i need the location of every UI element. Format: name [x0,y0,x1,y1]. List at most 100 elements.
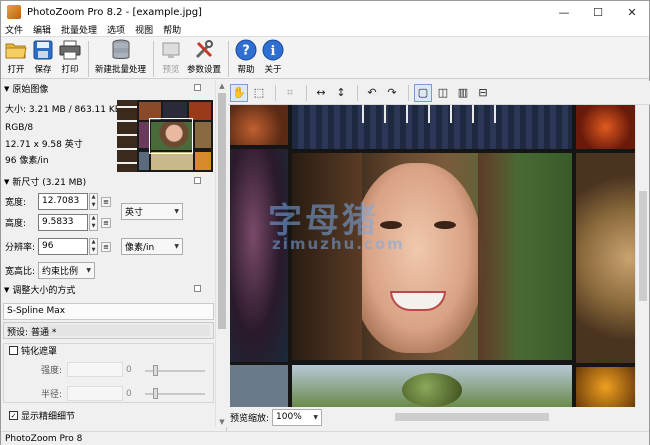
original-image-header[interactable]: ▼ 原始图像 [1,82,215,95]
tools-icon [193,39,215,61]
maximize-button[interactable]: ☐ [581,1,615,23]
resolution-spinner[interactable]: ▲ ▼ [89,238,98,255]
preview-button[interactable]: 预览 [158,39,184,75]
sharpen-checkbox[interactable] [9,346,18,355]
rotate-right-icon[interactable]: ↷ [383,84,401,102]
collage-portrait [292,153,572,360]
panel-scrollbar[interactable]: ▲ ▼ [215,81,227,427]
show-fine-checkbox[interactable]: ✓ [9,411,18,420]
original-mode: RGB/8 [5,123,34,133]
sharpen-row: 钝化遮罩 [9,344,60,357]
menu-batch[interactable]: 批量处理 [61,23,97,36]
zoom-select[interactable]: 100% ▼ [272,408,323,426]
preview-vscroll-thumb[interactable] [639,191,647,301]
collage-tile [292,105,572,149]
title-bar: PhotoZoom Pro 8.2 - [example.jpg] — ☐ ✕ [1,1,649,23]
toolbar-separator [306,84,307,101]
preview-icon [160,39,182,61]
viewport-rectangle[interactable] [149,118,193,154]
collapse-triangle-icon: ▼ [4,84,10,93]
collage-tile [576,153,635,363]
pin-icon[interactable] [194,285,201,292]
width-row: 宽度: 12.7083 ▲ ▼ ≡ [5,193,111,210]
new-size-header[interactable]: ▼ 新尺寸 (3.21 MB) [1,175,215,188]
main-toolbar: 打开 保存 打印 新建批量处理 预览 参数设置 ? 帮助 i 关于 [1,37,649,79]
split-view-icon[interactable]: ◫ [434,84,452,102]
width-input[interactable]: 12.7083 [38,193,88,210]
preview-hscroll-thumb[interactable] [395,413,549,421]
menu-edit[interactable]: 编辑 [33,23,51,36]
height-input[interactable]: 9.5833 [38,214,88,231]
about-button[interactable]: i 关于 [260,39,286,75]
svg-text:i: i [271,44,276,59]
scroll-up-icon[interactable]: ▲ [216,81,228,91]
top-bottom-icon[interactable]: ⊟ [474,84,492,102]
help-button[interactable]: ? 帮助 [233,39,259,75]
fit-width-icon[interactable]: ↔ [312,84,330,102]
width-menu-icon[interactable]: ≡ [101,196,111,207]
svg-text:?: ? [242,44,250,59]
database-icon [110,39,132,61]
resize-method-header[interactable]: ▼ 调整大小的方式 [1,283,215,296]
height-menu-icon[interactable]: ≡ [101,217,111,228]
menu-file[interactable]: 文件 [5,23,23,36]
resolution-menu-icon[interactable]: ≡ [101,241,111,252]
width-spinner[interactable]: ▲ ▼ [89,193,98,210]
collage-tile [292,365,572,407]
printer-icon [59,39,81,61]
aspect-select[interactable]: 约束比例 ▼ [38,262,95,279]
collapse-triangle-icon: ▼ [4,285,10,294]
preset-select[interactable]: 普通 * [29,325,210,338]
fit-height-icon[interactable]: ↕ [332,84,350,102]
pin-icon[interactable] [194,177,201,184]
print-button[interactable]: 打印 [57,39,83,75]
rotate-left-icon[interactable]: ↶ [363,84,381,102]
resolution-input[interactable]: 96 [38,238,88,255]
collage-tile [576,367,635,407]
strength-input[interactable] [67,362,123,377]
menu-help[interactable]: 帮助 [163,23,181,36]
original-size: 大小: 3.21 MB / 863.11 KB [5,105,121,115]
folder-icon [5,39,27,61]
minimize-button[interactable]: — [547,1,581,23]
toolbar-separator [408,84,409,101]
collapse-triangle-icon: ▼ [4,177,10,186]
aspect-row: 宽高比: 约束比例 ▼ [5,262,95,279]
hand-tool-icon[interactable]: ✋ [230,83,248,102]
method-select[interactable]: S-Spline Max [3,303,214,320]
pin-icon[interactable] [194,84,201,91]
menu-options[interactable]: 选项 [107,23,125,36]
toolbar-separator [275,84,276,101]
original-resolution: 96 像素/in [5,156,49,166]
save-button[interactable]: 保存 [30,39,56,75]
height-spinner[interactable]: ▲ ▼ [89,214,98,231]
panel-scroll-thumb[interactable] [218,93,226,329]
menu-view[interactable]: 视图 [135,23,153,36]
radius-input[interactable] [67,386,123,401]
close-button[interactable]: ✕ [615,1,649,23]
floppy-icon [32,39,54,61]
navigator-thumbnail[interactable] [117,100,213,172]
collage-tile [230,105,288,145]
collage-tile [576,105,635,149]
single-view-icon[interactable]: ▢ [414,83,432,102]
preview-canvas[interactable]: 字母猪 zimuzhu.com [230,105,635,407]
resolution-row: 分辨率: 96 ▲ ▼ ≡ [5,238,111,255]
strength-slider-knob[interactable] [153,365,158,376]
new-batch-button[interactable]: 新建批量处理 [93,39,148,75]
preview-horizontal-scrollbar[interactable] [339,411,635,422]
side-by-side-icon[interactable]: ▥ [454,84,472,102]
scroll-down-icon[interactable]: ▼ [216,417,228,427]
radius-slider-knob[interactable] [153,388,158,399]
app-icon [7,5,21,19]
settings-button[interactable]: 参数设置 [185,39,223,75]
preview-vertical-scrollbar[interactable] [635,105,649,407]
resolution-unit-select[interactable]: 像素/in ▼ [121,238,183,255]
crop-select-icon[interactable]: ⬚ [250,84,268,102]
crop-icon[interactable]: ⌗ [281,84,299,102]
info-icon: i [262,39,284,61]
height-row: 高度: 9.5833 ▲ ▼ ≡ [5,214,111,231]
original-dimensions: 12.71 x 9.58 英寸 [5,140,83,150]
unit-select[interactable]: 英寸 ▼ [121,203,183,220]
open-button[interactable]: 打开 [3,39,29,75]
